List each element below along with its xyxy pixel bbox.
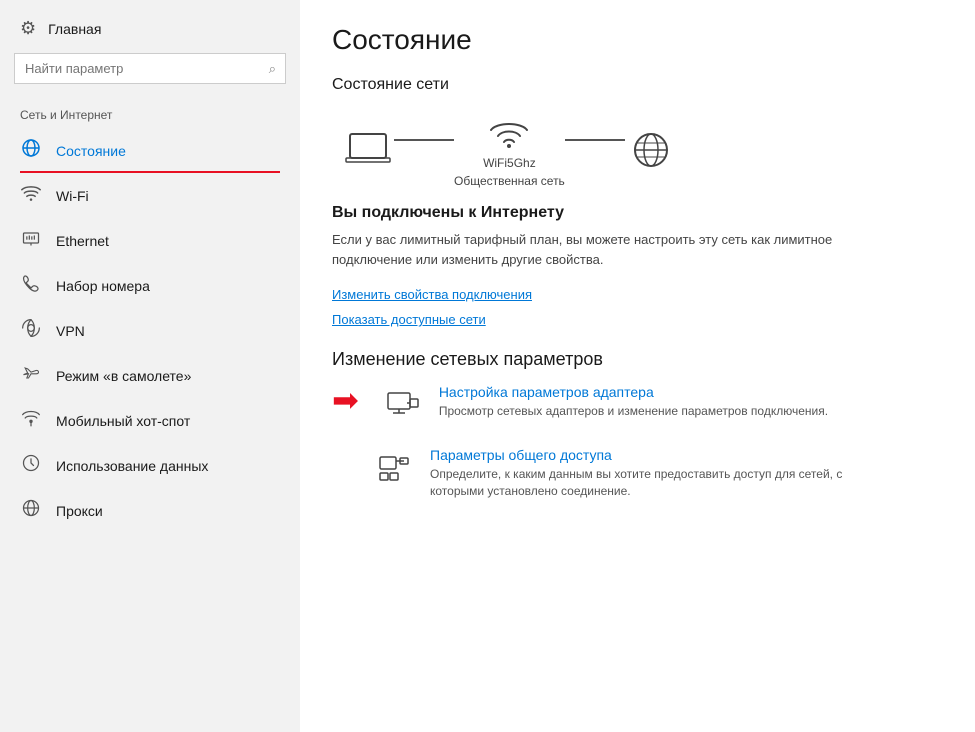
adapter-settings-item: ➡ Настройка параметров адаптера Просмотр… <box>332 384 943 429</box>
sharing-desc: Определите, к каким данным вы хотите пре… <box>430 466 870 500</box>
sidebar-item-vpn[interactable]: VPN <box>0 308 300 353</box>
network-status-title: Состояние сети <box>332 76 943 94</box>
laptop-node <box>342 130 394 170</box>
connected-desc: Если у вас лимитный тарифный план, вы мо… <box>332 230 852 269</box>
sidebar-item-data[interactable]: Использование данных <box>0 443 300 488</box>
sidebar-item-dialup-label: Набор номера <box>56 278 150 294</box>
sidebar-item-ethernet[interactable]: Ethernet <box>0 218 300 263</box>
wifi-type-label: Общественная сеть <box>454 174 565 188</box>
red-arrow-icon: ➡ <box>332 384 359 416</box>
sharing-settings-item: Параметры общего доступа Определите, к к… <box>332 447 943 500</box>
search-input[interactable] <box>14 53 286 84</box>
sidebar-item-airplane-label: Режим «в самолете» <box>56 368 191 384</box>
gear-icon: ⚙ <box>20 18 36 39</box>
sidebar-item-wifi-label: Wi-Fi <box>56 188 89 204</box>
sidebar-item-airplane[interactable]: Режим «в самолете» <box>0 353 300 398</box>
main-content: Состояние Состояние сети WiFi5Ghz Общест… <box>300 0 975 732</box>
sidebar-item-proxy-label: Прокси <box>56 503 103 519</box>
sidebar-item-status-label: Состояние <box>56 143 126 159</box>
laptop-icon <box>342 130 394 170</box>
adapter-content: Настройка параметров адаптера Просмотр с… <box>439 384 943 420</box>
dialup-icon <box>20 273 42 298</box>
sidebar-item-data-label: Использование данных <box>56 458 208 474</box>
data-icon <box>20 453 42 478</box>
vpn-icon <box>20 318 42 343</box>
wifi-node: WiFi5Ghz Общественная сеть <box>454 112 565 188</box>
wifi-router-icon <box>483 112 535 152</box>
show-networks-link[interactable]: Показать доступные сети <box>332 312 943 327</box>
sidebar-section-label: Сеть и Интернет <box>0 100 300 128</box>
sidebar-item-dialup[interactable]: Набор номера <box>0 263 300 308</box>
line-2 <box>565 139 625 141</box>
sharing-icon <box>374 449 414 492</box>
search-icon: ⌕ <box>269 61 276 77</box>
globe-icon <box>625 130 677 170</box>
page-title: Состояние <box>332 24 943 56</box>
sidebar-item-hotspot[interactable]: Мобильный хот-спот <box>0 398 300 443</box>
sidebar-item-vpn-label: VPN <box>56 323 85 339</box>
adapter-title[interactable]: Настройка параметров адаптера <box>439 384 943 400</box>
wifi-name-label: WiFi5Ghz <box>483 156 536 170</box>
hotspot-icon <box>20 408 42 433</box>
change-properties-link[interactable]: Изменить свойства подключения <box>332 287 943 302</box>
network-diagram: WiFi5Ghz Общественная сеть <box>332 112 943 188</box>
proxy-icon <box>20 498 42 523</box>
sharing-title[interactable]: Параметры общего доступа <box>430 447 943 463</box>
sharing-content: Параметры общего доступа Определите, к к… <box>430 447 943 500</box>
sidebar-item-wifi[interactable]: Wi-Fi <box>0 173 300 218</box>
sidebar-header: ⚙ Главная <box>0 0 300 53</box>
airplane-icon <box>20 363 42 388</box>
status-icon <box>20 138 42 163</box>
sidebar-home-label[interactable]: Главная <box>48 21 101 37</box>
sidebar-item-proxy[interactable]: Прокси <box>0 488 300 533</box>
sidebar-item-ethernet-label: Ethernet <box>56 233 109 249</box>
line-1 <box>394 139 454 141</box>
connected-text: Вы подключены к Интернету <box>332 204 943 222</box>
adapter-icon <box>383 386 423 429</box>
wifi-icon <box>20 183 42 208</box>
adapter-desc: Просмотр сетевых адаптеров и изменение п… <box>439 403 879 420</box>
ethernet-icon <box>20 228 42 253</box>
change-section-title: Изменение сетевых параметров <box>332 349 943 370</box>
sidebar: ⚙ Главная ⌕ Сеть и Интернет Состояние <box>0 0 300 732</box>
sidebar-item-status[interactable]: Состояние <box>0 128 300 173</box>
sidebar-item-hotspot-label: Мобильный хот-спот <box>56 413 190 429</box>
globe-node <box>625 130 677 170</box>
search-box[interactable]: ⌕ <box>14 53 286 84</box>
